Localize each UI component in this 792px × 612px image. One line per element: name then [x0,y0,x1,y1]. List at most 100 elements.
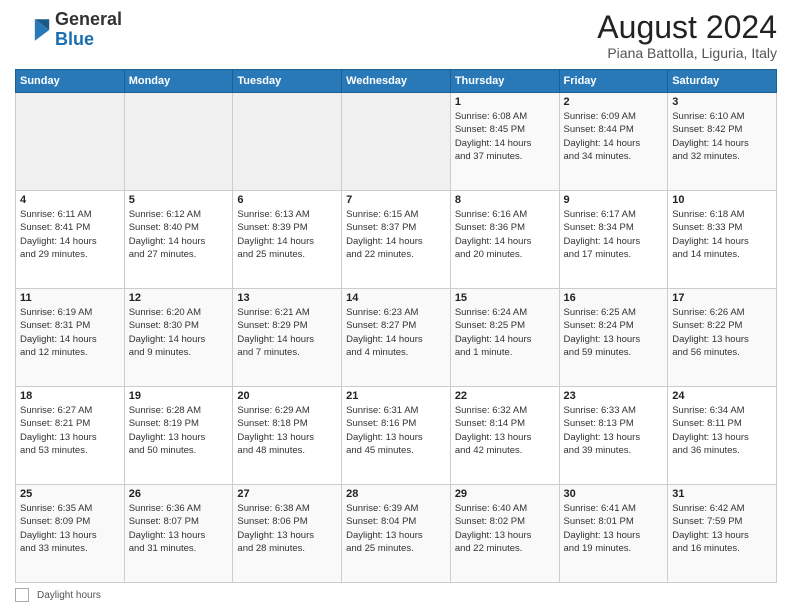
calendar-cell: 19 Sunrise: 6:28 AM Sunset: 8:19 PM Dayli… [124,387,233,485]
day-number: 20 [237,390,337,402]
day-info: Sunrise: 6:38 AM Sunset: 8:06 PM Dayligh… [237,502,337,555]
calendar-cell: 27 Sunrise: 6:38 AM Sunset: 8:06 PM Dayli… [233,485,342,583]
header: General Blue August 2024 Piana Battolla,… [15,10,777,61]
day-number: 6 [237,194,337,206]
day-number: 13 [237,292,337,304]
logo: General Blue [15,10,122,50]
calendar-cell: 2 Sunrise: 6:09 AM Sunset: 8:44 PM Daylig… [559,93,668,191]
day-number: 2 [564,96,664,108]
calendar-cell: 24 Sunrise: 6:34 AM Sunset: 8:11 PM Dayli… [668,387,777,485]
calendar-cell [342,93,451,191]
day-info: Sunrise: 6:27 AM Sunset: 8:21 PM Dayligh… [20,404,120,457]
day-info: Sunrise: 6:13 AM Sunset: 8:39 PM Dayligh… [237,208,337,261]
day-info: Sunrise: 6:12 AM Sunset: 8:40 PM Dayligh… [129,208,229,261]
footer: Daylight hours [15,588,777,602]
day-info: Sunrise: 6:15 AM Sunset: 8:37 PM Dayligh… [346,208,446,261]
day-number: 9 [564,194,664,206]
day-number: 5 [129,194,229,206]
calendar-cell: 30 Sunrise: 6:41 AM Sunset: 8:01 PM Dayli… [559,485,668,583]
day-info: Sunrise: 6:16 AM Sunset: 8:36 PM Dayligh… [455,208,555,261]
day-number: 22 [455,390,555,402]
month-title: August 2024 [597,10,777,45]
calendar-cell: 29Sunrise: 6:40 AM Sunset: 8:02 PM Dayli… [450,485,559,583]
day-info: Sunrise: 6:11 AM Sunset: 8:41 PM Dayligh… [20,208,120,261]
day-info: Sunrise: 6:42 AM Sunset: 7:59 PM Dayligh… [672,502,772,555]
day-number: 30 [564,488,664,500]
day-info: Sunrise: 6:32 AM Sunset: 8:14 PM Dayligh… [455,404,555,457]
day-info: Sunrise: 6:18 AM Sunset: 8:33 PM Dayligh… [672,208,772,261]
day-info: Sunrise: 6:23 AM Sunset: 8:27 PM Dayligh… [346,306,446,359]
day-number: 15 [455,292,555,304]
calendar-week-3: 11 Sunrise: 6:19 AM Sunset: 8:31 PM Dayli… [16,289,777,387]
day-number: 3 [672,96,772,108]
day-number: 25 [20,488,120,500]
day-info: Sunrise: 6:26 AM Sunset: 8:22 PM Dayligh… [672,306,772,359]
calendar-header-row: SundayMondayTuesdayWednesdayThursdayFrid… [16,70,777,93]
calendar-cell: 28Sunrise: 6:39 AM Sunset: 8:04 PM Dayli… [342,485,451,583]
day-number: 7 [346,194,446,206]
day-of-week-friday: Friday [559,70,668,93]
day-info: Sunrise: 6:19 AM Sunset: 8:31 PM Dayligh… [20,306,120,359]
calendar-cell: 22 Sunrise: 6:32 AM Sunset: 8:14 PM Dayli… [450,387,559,485]
day-info: Sunrise: 6:41 AM Sunset: 8:01 PM Dayligh… [564,502,664,555]
day-info: Sunrise: 6:33 AM Sunset: 8:13 PM Dayligh… [564,404,664,457]
day-info: Sunrise: 6:20 AM Sunset: 8:30 PM Dayligh… [129,306,229,359]
calendar-table: SundayMondayTuesdayWednesdayThursdayFrid… [15,69,777,583]
day-info: Sunrise: 6:35 AM Sunset: 8:09 PM Dayligh… [20,502,120,555]
day-of-week-sunday: Sunday [16,70,125,93]
calendar-cell: 31 Sunrise: 6:42 AM Sunset: 7:59 PM Dayli… [668,485,777,583]
day-info: Sunrise: 6:25 AM Sunset: 8:24 PM Dayligh… [564,306,664,359]
day-number: 11 [20,292,120,304]
calendar-cell: 6 Sunrise: 6:13 AM Sunset: 8:39 PM Daylig… [233,191,342,289]
calendar-week-4: 18 Sunrise: 6:27 AM Sunset: 8:21 PM Dayli… [16,387,777,485]
day-of-week-tuesday: Tuesday [233,70,342,93]
location: Piana Battolla, Liguria, Italy [597,45,777,61]
logo-blue: Blue [55,30,122,50]
day-number: 31 [672,488,772,500]
daylight-label: Daylight hours [37,590,101,601]
calendar-cell [233,93,342,191]
day-number: 12 [129,292,229,304]
calendar-cell: 11 Sunrise: 6:19 AM Sunset: 8:31 PM Dayli… [16,289,125,387]
day-info: Sunrise: 6:10 AM Sunset: 8:42 PM Dayligh… [672,110,772,163]
day-info: Sunrise: 6:08 AM Sunset: 8:45 PM Dayligh… [455,110,555,163]
day-of-week-saturday: Saturday [668,70,777,93]
day-number: 27 [237,488,337,500]
calendar-cell: 9 Sunrise: 6:17 AM Sunset: 8:34 PM Daylig… [559,191,668,289]
logo-icon [15,12,51,48]
calendar-cell: 25 Sunrise: 6:35 AM Sunset: 8:09 PM Dayli… [16,485,125,583]
day-number: 26 [129,488,229,500]
day-number: 4 [20,194,120,206]
calendar-cell: 13 Sunrise: 6:21 AM Sunset: 8:29 PM Dayli… [233,289,342,387]
calendar-cell: 15Sunrise: 6:24 AM Sunset: 8:25 PM Dayli… [450,289,559,387]
title-block: August 2024 Piana Battolla, Liguria, Ita… [597,10,777,61]
day-info: Sunrise: 6:28 AM Sunset: 8:19 PM Dayligh… [129,404,229,457]
day-number: 18 [20,390,120,402]
day-info: Sunrise: 6:31 AM Sunset: 8:16 PM Dayligh… [346,404,446,457]
calendar-cell: 14 Sunrise: 6:23 AM Sunset: 8:27 PM Dayli… [342,289,451,387]
day-number: 19 [129,390,229,402]
calendar-cell: 4 Sunrise: 6:11 AM Sunset: 8:41 PM Daylig… [16,191,125,289]
calendar-cell: 8 Sunrise: 6:16 AM Sunset: 8:36 PM Daylig… [450,191,559,289]
logo-text: General Blue [55,10,122,50]
calendar-cell: 10Sunrise: 6:18 AM Sunset: 8:33 PM Dayli… [668,191,777,289]
day-number: 8 [455,194,555,206]
day-number: 29 [455,488,555,500]
day-number: 16 [564,292,664,304]
calendar-cell [16,93,125,191]
day-number: 17 [672,292,772,304]
day-number: 1 [455,96,555,108]
day-info: Sunrise: 6:34 AM Sunset: 8:11 PM Dayligh… [672,404,772,457]
calendar-week-1: 1 Sunrise: 6:08 AM Sunset: 8:45 PM Daylig… [16,93,777,191]
calendar-week-5: 25 Sunrise: 6:35 AM Sunset: 8:09 PM Dayli… [16,485,777,583]
calendar-cell [124,93,233,191]
calendar-cell: 12 Sunrise: 6:20 AM Sunset: 8:30 PM Dayli… [124,289,233,387]
calendar-cell: 5 Sunrise: 6:12 AM Sunset: 8:40 PM Daylig… [124,191,233,289]
day-number: 21 [346,390,446,402]
day-number: 24 [672,390,772,402]
day-info: Sunrise: 6:17 AM Sunset: 8:34 PM Dayligh… [564,208,664,261]
day-info: Sunrise: 6:09 AM Sunset: 8:44 PM Dayligh… [564,110,664,163]
calendar-week-2: 4 Sunrise: 6:11 AM Sunset: 8:41 PM Daylig… [16,191,777,289]
day-number: 14 [346,292,446,304]
day-info: Sunrise: 6:21 AM Sunset: 8:29 PM Dayligh… [237,306,337,359]
